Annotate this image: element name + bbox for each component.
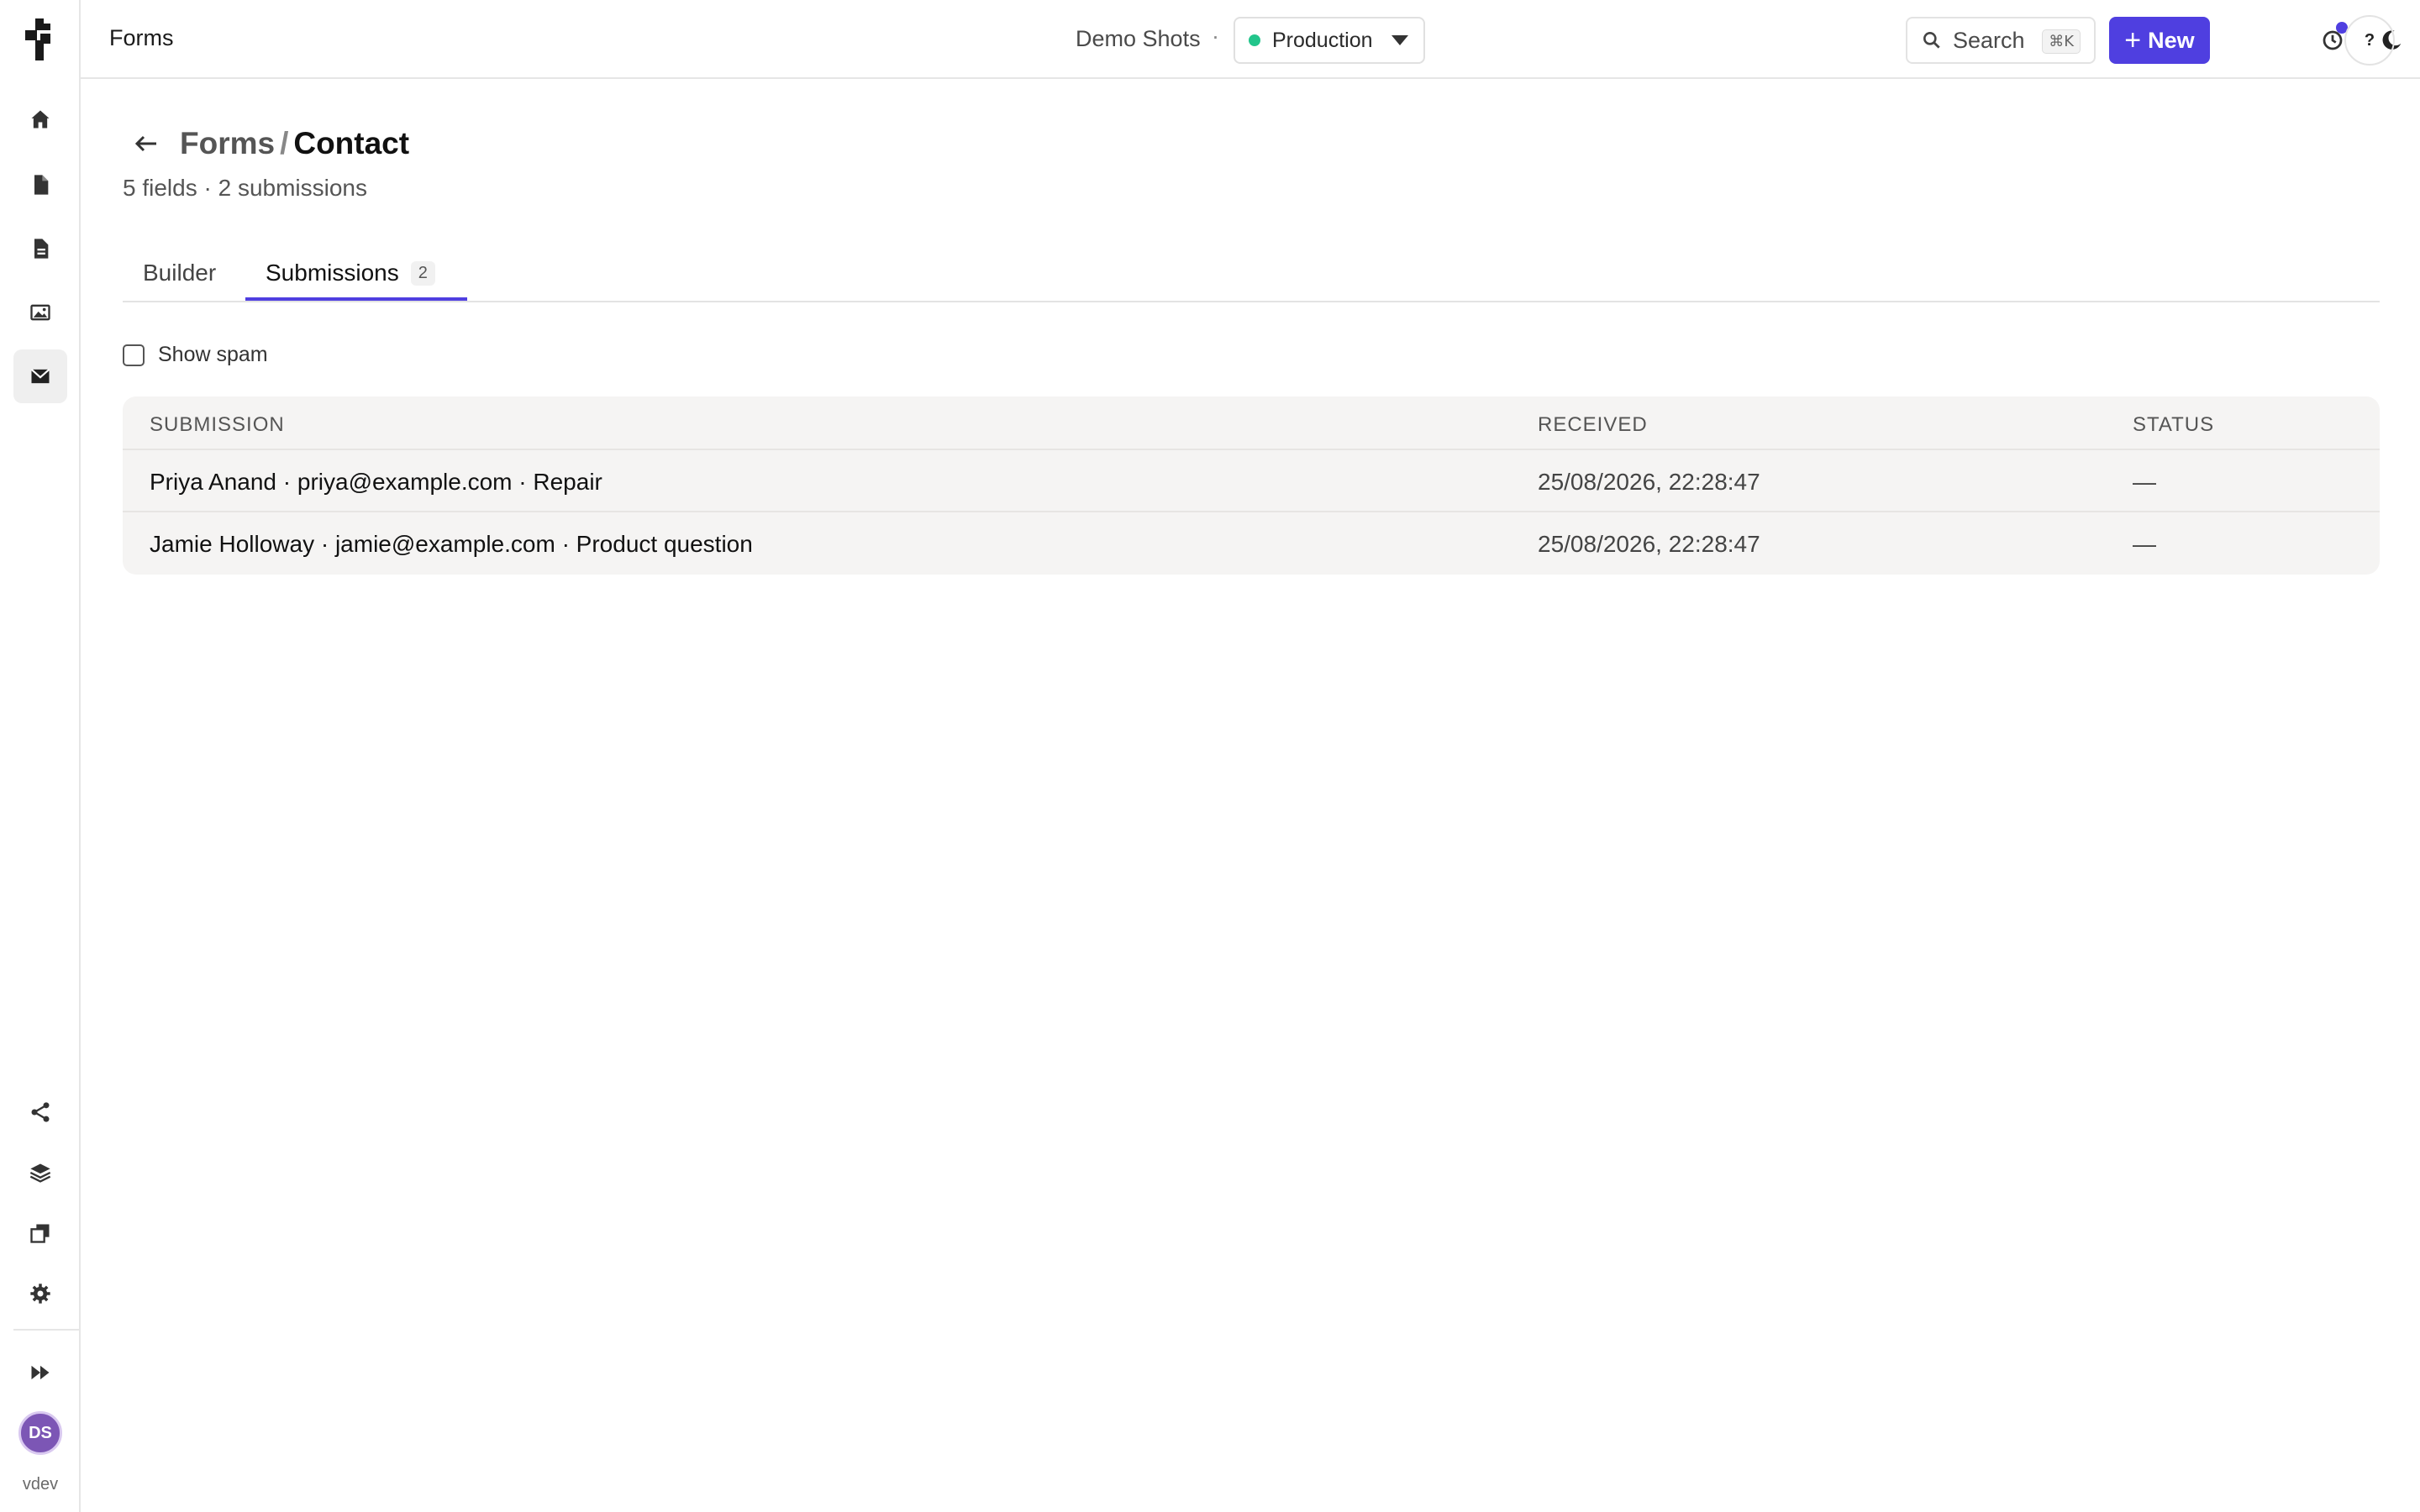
environment-label: Production	[1272, 28, 1373, 52]
breadcrumb-parent[interactable]: Forms	[180, 126, 275, 160]
collapse-sidebar-button[interactable]	[13, 1346, 67, 1399]
layers-icon	[29, 1163, 51, 1183]
active-tab-indicator	[245, 297, 467, 301]
show-spam-label: Show spam	[158, 343, 268, 366]
submission-status: —	[2133, 469, 2156, 495]
site-separator: ·	[1212, 24, 1219, 49]
page-icon	[34, 175, 49, 195]
show-spam-checkbox[interactable]	[123, 344, 145, 366]
nav-media[interactable]	[13, 286, 67, 339]
copy-icon	[30, 1224, 50, 1243]
environment-select[interactable]: Production	[1234, 17, 1425, 64]
fast-forward-icon	[31, 1365, 50, 1380]
avatar[interactable]: DS	[18, 1411, 62, 1455]
column-header-status[interactable]: STATUS	[2133, 413, 2214, 437]
table-row[interactable]: Priya Anand · priya@example.com · Repair…	[123, 450, 2380, 512]
sidebar: DS vdev	[0, 0, 81, 1512]
show-spam-toggle[interactable]: Show spam	[123, 343, 268, 367]
back-button[interactable]	[131, 131, 160, 156]
table-header: SUBMISSION RECEIVED STATUS	[123, 396, 2380, 450]
nav-settings[interactable]	[13, 1267, 67, 1320]
submission-summary: Jamie Holloway · jamie@example.com · Pro…	[150, 531, 753, 557]
column-header-submission[interactable]: SUBMISSION	[150, 413, 285, 437]
image-icon	[30, 304, 50, 321]
tab-submissions-label: Submissions	[266, 260, 399, 286]
tab-bar: Builder Submissions 2	[123, 244, 2380, 302]
version-label: vdev	[22, 1475, 59, 1494]
form-summary: 5 fields · 2 submissions	[123, 175, 368, 201]
nav-documents[interactable]	[13, 222, 67, 276]
tab-builder-label: Builder	[143, 260, 217, 286]
table-row[interactable]: Jamie Holloway · jamie@example.com · Pro…	[123, 512, 2380, 575]
breadcrumb-separator: /	[280, 126, 289, 160]
mail-icon	[30, 369, 50, 384]
tab-count-badge: 2	[410, 260, 435, 286]
sidebar-divider	[13, 1329, 81, 1331]
search-label: Search	[1953, 27, 2025, 53]
submissions-table: SUBMISSION RECEIVED STATUS Priya Anand ·…	[123, 396, 2380, 575]
arrow-left-icon	[134, 135, 156, 152]
nav-home[interactable]	[13, 92, 67, 146]
brand-logo[interactable]	[25, 18, 55, 60]
new-button[interactable]: + New	[2109, 17, 2210, 64]
environment-status-dot	[1249, 34, 1260, 46]
gear-icon	[30, 1284, 50, 1304]
nav-layers[interactable]	[13, 1146, 67, 1200]
top-bar: Forms Demo Shots · Production Search ⌘K …	[81, 0, 2420, 79]
help-button[interactable]: ?	[2344, 15, 2395, 66]
search-icon	[1923, 32, 1940, 49]
page-section-title: Forms	[109, 25, 174, 50]
column-header-received[interactable]: RECEIVED	[1538, 413, 1648, 437]
home-icon	[31, 110, 50, 129]
search-button[interactable]: Search ⌘K	[1906, 17, 2096, 64]
document-icon	[34, 239, 49, 259]
nav-pages[interactable]	[13, 158, 67, 212]
received-timestamp: 25/08/2026, 22:28:47	[1538, 531, 1760, 557]
nav-copy[interactable]	[13, 1206, 67, 1260]
nav-share[interactable]	[13, 1085, 67, 1139]
share-icon	[31, 1102, 50, 1122]
breadcrumb: Forms / Contact	[180, 126, 409, 161]
site-name: Demo Shots	[1076, 26, 1201, 51]
tab-builder[interactable]: Builder	[143, 244, 216, 302]
nav-forms[interactable]	[13, 349, 67, 403]
plus-icon: +	[2124, 24, 2142, 56]
search-shortcut: ⌘K	[2042, 29, 2081, 54]
submission-summary: Priya Anand · priya@example.com · Repair	[150, 469, 602, 495]
tab-submissions[interactable]: Submissions 2	[266, 244, 435, 302]
chevron-down-icon	[1392, 35, 1408, 45]
new-button-label: New	[2148, 27, 2195, 53]
page-title: Contact	[293, 126, 410, 160]
received-timestamp: 25/08/2026, 22:28:47	[1538, 469, 1760, 495]
submission-status: —	[2133, 531, 2156, 557]
